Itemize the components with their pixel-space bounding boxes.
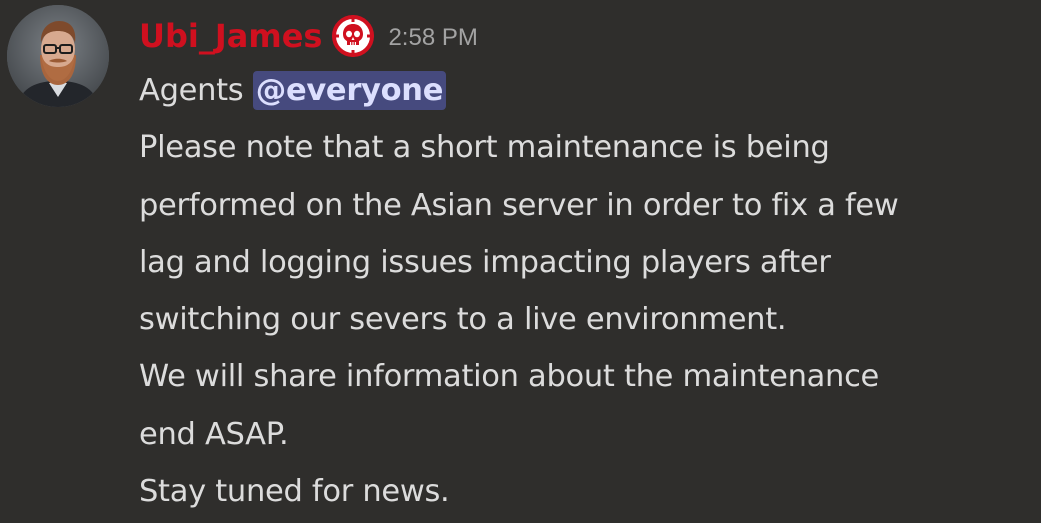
timestamp[interactable]: 2:58 PM [388,10,477,62]
message-line: end ASAP. [139,416,289,452]
message-line: lag and logging issues impacting players… [139,244,831,280]
message-line: switching our severs to a live environme… [139,302,787,338]
chat-message: Ubi_James 2:58 PM Agents @everyone Pleas… [0,0,1041,523]
profile-photo-icon [7,5,109,107]
message-line: performed on the Asian server in order t… [139,187,899,223]
message-line: Please note that a short maintenance is … [139,130,830,166]
message-line-intro: Agents @everyone [139,62,1029,119]
avatar[interactable] [7,5,109,107]
everyone-mention[interactable]: @everyone [252,71,447,110]
intro-text: Agents [139,73,253,108]
message-content: Agents @everyone Please note that a shor… [139,62,1029,520]
message-line: We will share information about the main… [139,359,880,395]
username[interactable]: Ubi_James [139,12,322,60]
message-line: Stay tuned for news. [139,474,450,510]
division-skull-icon [332,15,375,57]
message-header: Ubi_James 2:58 PM [139,12,478,60]
